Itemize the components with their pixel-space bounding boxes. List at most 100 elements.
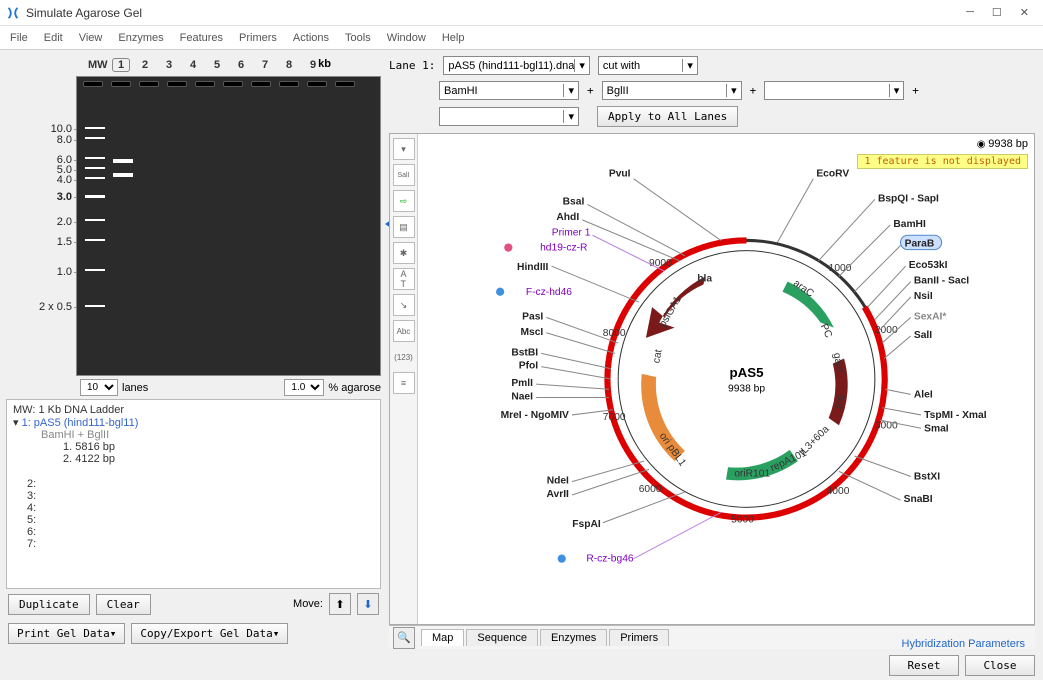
svg-text:AhdI: AhdI <box>556 212 579 223</box>
svg-text:HindIII: HindIII <box>517 262 548 273</box>
info-frag2: 2. 4122 bp <box>13 453 374 465</box>
svg-text:psiGA1: psiGA1 <box>657 294 683 329</box>
enzyme1-select[interactable]: BamHI▾ <box>439 81 579 100</box>
lane-1[interactable]: 1 <box>112 58 130 72</box>
info-empty: 6: <box>13 526 374 538</box>
close-window-button[interactable]: ✕ <box>1020 6 1029 19</box>
window-title: Simulate Agarose Gel <box>26 6 966 20</box>
svg-text:NsiI: NsiI <box>914 291 933 302</box>
file-select[interactable]: pAS5 (hind111-bgl11).dna▾ <box>443 56 590 75</box>
minimize-button[interactable]: ─ <box>966 6 974 19</box>
svg-text:BstBI: BstBI <box>511 347 538 358</box>
svg-text:FspAI: FspAI <box>572 519 601 530</box>
lane-9[interactable]: 9 <box>304 59 322 71</box>
tool-text[interactable]: AT <box>393 268 415 290</box>
tool-primer[interactable]: ✱ <box>393 242 415 264</box>
maximize-button[interactable]: ☐ <box>992 6 1002 19</box>
tab-primers[interactable]: Primers <box>609 629 669 646</box>
svg-text:NaeI: NaeI <box>511 392 533 403</box>
clear-button[interactable]: Clear <box>96 594 151 615</box>
menu-enzymes[interactable]: Enzymes <box>118 32 163 44</box>
svg-text:BspQI - SapI: BspQI - SapI <box>878 193 939 204</box>
hybridization-link[interactable]: Hybridization Parameters <box>902 638 1026 650</box>
svg-text:gam: gam <box>831 352 845 374</box>
lane-6[interactable]: 6 <box>232 59 250 71</box>
svg-text:MscI: MscI <box>520 327 543 338</box>
enzyme3-select[interactable]: ▾ <box>764 81 904 100</box>
gel-panel[interactable] <box>76 76 381 376</box>
move-up-button[interactable]: ⬆ <box>329 593 351 615</box>
menu-file[interactable]: File <box>10 32 28 44</box>
tool-orf[interactable]: ↘ <box>393 294 415 316</box>
lane-4[interactable]: 4 <box>184 59 202 71</box>
move-down-button[interactable]: ⬇ <box>357 593 379 615</box>
svg-text:BstXI: BstXI <box>914 472 940 483</box>
tool-123[interactable]: (123) <box>393 346 415 368</box>
svg-text:6000: 6000 <box>639 484 662 495</box>
info-empty: 7: <box>13 538 374 550</box>
apply-all-button[interactable]: Apply to All Lanes <box>597 106 738 127</box>
menu-help[interactable]: Help <box>442 32 465 44</box>
size-radio[interactable]: ◉ 9938 bp <box>977 138 1028 150</box>
svg-text:NdeI: NdeI <box>547 476 569 487</box>
agarose-select[interactable]: 1.0 <box>284 379 324 396</box>
svg-text:3000: 3000 <box>875 420 898 431</box>
tool-site[interactable]: SalI <box>393 164 415 186</box>
menu-view[interactable]: View <box>79 32 103 44</box>
search-icon[interactable]: 🔍 <box>393 627 415 649</box>
print-gel-button[interactable]: Print Gel Data▾ <box>8 623 125 644</box>
svg-text:oriR101: oriR101 <box>734 469 770 480</box>
menu-window[interactable]: Window <box>387 32 426 44</box>
svg-text:AvrII: AvrII <box>546 489 569 500</box>
lane-count-select[interactable]: 10 <box>80 379 118 396</box>
tick: 4.0 <box>57 174 72 186</box>
svg-text:TspMI - XmaI: TspMI - XmaI <box>924 410 987 421</box>
info-empty: 5: <box>13 514 374 526</box>
duplicate-button[interactable]: Duplicate <box>8 594 90 615</box>
tab-map[interactable]: Map <box>421 629 464 646</box>
info-empty: 2: <box>13 478 374 490</box>
feature-warning[interactable]: 1 feature is not displayed <box>857 154 1028 169</box>
lane-info[interactable]: MW: 1 Kb DNA Ladder ▾ 1: pAS5 (hind111-b… <box>6 399 381 589</box>
export-gel-button[interactable]: Copy/Export Gel Data▾ <box>131 623 288 644</box>
menu-edit[interactable]: Edit <box>44 32 63 44</box>
svg-text:PasI: PasI <box>522 311 543 322</box>
lane-3[interactable]: 3 <box>160 59 178 71</box>
lane-mw[interactable]: MW <box>88 59 106 71</box>
svg-text:SexAI*: SexAI* <box>914 311 946 322</box>
svg-text:cat: cat <box>651 349 664 365</box>
lane-config-label: Lane 1: <box>389 59 435 72</box>
enzyme2-select[interactable]: BglII▾ <box>602 81 742 100</box>
svg-text:BanII - SacI: BanII - SacI <box>914 276 969 287</box>
plus-label: + <box>587 84 594 97</box>
svg-text:Eco53kI: Eco53kI <box>909 260 948 271</box>
tick: 3.0 <box>57 191 72 203</box>
svg-text:SalI: SalI <box>914 330 932 341</box>
info-frag1: 1. 5816 bp <box>13 441 374 453</box>
lane-7[interactable]: 7 <box>256 59 274 71</box>
tool-align[interactable]: ≡ <box>393 372 415 394</box>
lane-2[interactable]: 2 <box>136 59 154 71</box>
plasmid-map[interactable]: pAS5 9938 bp 1000 2000 3000 4000 5000 60… <box>418 134 1034 624</box>
tick: 2.0 <box>57 216 72 228</box>
menu-features[interactable]: Features <box>180 32 223 44</box>
menu-tools[interactable]: Tools <box>345 32 371 44</box>
enzyme4-select[interactable]: ▾ <box>439 107 579 126</box>
tab-sequence[interactable]: Sequence <box>466 629 538 646</box>
svg-text:Primer 1: Primer 1 <box>552 227 591 238</box>
svg-text:2000: 2000 <box>875 325 898 336</box>
lane-5[interactable]: 5 <box>208 59 226 71</box>
plus-label: + <box>912 84 919 97</box>
menu-actions[interactable]: Actions <box>293 32 329 44</box>
svg-text:9000: 9000 <box>649 258 672 269</box>
tool-arrow[interactable]: ⇨ <box>393 190 415 212</box>
menu-primers[interactable]: Primers <box>239 32 277 44</box>
close-button[interactable]: Close <box>965 655 1035 676</box>
tool-feature[interactable]: ▤ <box>393 216 415 238</box>
cutwith-select[interactable]: cut with▾ <box>598 56 698 75</box>
tool-dropdown[interactable]: ▾ <box>393 138 415 160</box>
lane-8[interactable]: 8 <box>280 59 298 71</box>
reset-button[interactable]: Reset <box>889 655 959 676</box>
tool-abc[interactable]: Abc <box>393 320 415 342</box>
tab-enzymes[interactable]: Enzymes <box>540 629 607 646</box>
